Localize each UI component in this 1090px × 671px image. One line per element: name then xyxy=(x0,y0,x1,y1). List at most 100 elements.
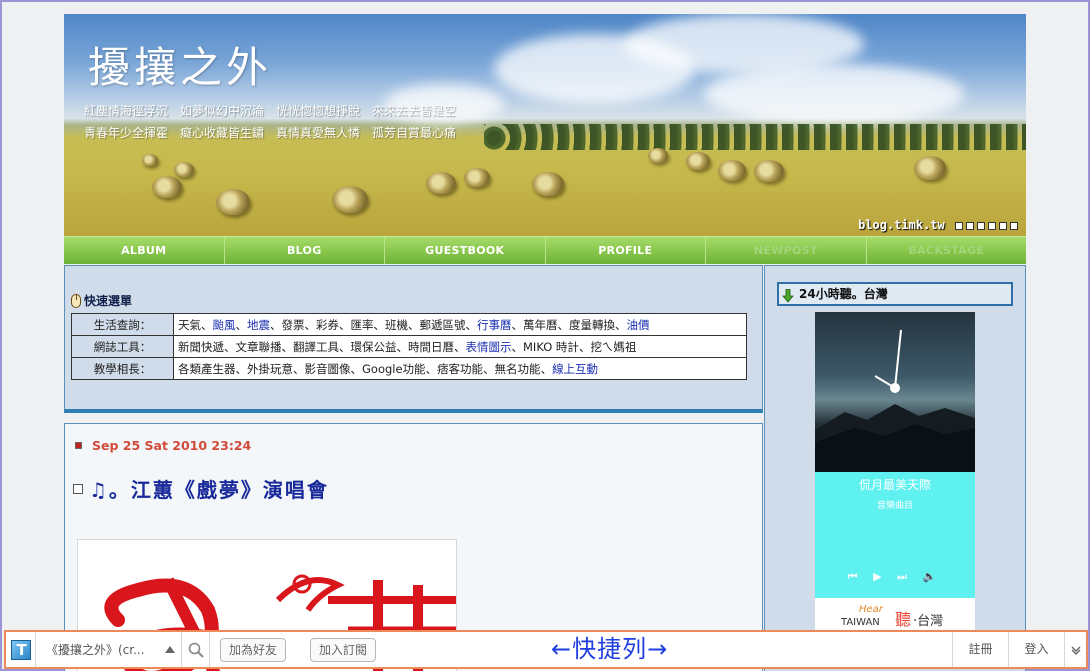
quick-menu-table: 生活查詢： 天氣、颱風、地震、發票、彩券、匯率、班機、郵遞區號、行事曆、萬年曆、度… xyxy=(71,313,747,380)
square-icon xyxy=(988,221,996,230)
quick-menu-row: 網誌工具： 新聞快遞、文章聯播、翻譯工具、環保公益、時間日曆、表情圖示、MIKO … xyxy=(71,335,747,358)
blog-title: 擾攘之外 xyxy=(88,43,273,92)
post-date: Sep 25 Sat 2010 23:24 xyxy=(92,438,252,453)
quick-menu-link[interactable]: MIKO 時計 xyxy=(523,340,579,354)
quick-menu-link[interactable]: 地震 xyxy=(247,318,270,332)
quick-menu-row: 生活查詢： 天氣、颱風、地震、發票、彩券、匯率、班機、郵遞區號、行事曆、萬年曆、度… xyxy=(71,313,747,336)
radio-widget-title: 24小時聽。台灣 xyxy=(799,287,888,301)
quick-menu-link[interactable]: 無名功能 xyxy=(495,362,541,376)
square-icon xyxy=(966,221,974,230)
link-separator: 、 xyxy=(408,317,420,332)
quick-menu-link[interactable]: 度量轉換 xyxy=(569,318,615,332)
search-button[interactable] xyxy=(182,632,210,667)
nav-guestbook[interactable]: GUESTBOOK xyxy=(385,237,546,264)
post-title[interactable]: ♫。江蕙《戲夢》演唱會 xyxy=(89,474,329,503)
hay-bale xyxy=(216,189,250,215)
hay-bale xyxy=(174,162,194,177)
hay-bale xyxy=(914,156,946,180)
link-separator: 、 xyxy=(511,317,524,332)
link-separator: 、 xyxy=(540,361,553,376)
double-chevron-down-icon xyxy=(1071,646,1080,655)
player-controls[interactable]: ⏮ ▶ ⏭ 🔈 xyxy=(815,570,975,584)
quick-menu-link[interactable]: 行事曆 xyxy=(477,318,512,332)
quick-menu-link[interactable]: 翻譯工具 xyxy=(293,340,339,354)
quick-menu-link[interactable]: 班機 xyxy=(385,318,408,332)
toolbar-logo-button[interactable] xyxy=(6,632,36,667)
nav-newpost[interactable]: NEWPOST xyxy=(706,237,867,264)
hay-bale xyxy=(332,186,368,213)
blog-page: 擾攘之外 紅塵情海徑浮沉 如夢似幻中沉淪 恍恍惚惚想掙脫 來來去去皆是空 青春年… xyxy=(64,14,1026,671)
search-icon xyxy=(188,642,204,658)
nav-backstage[interactable]: BACKSTAGE xyxy=(867,237,1027,264)
quick-menu-link[interactable]: 痞客功能 xyxy=(437,362,483,376)
nav-album[interactable]: ALBUM xyxy=(64,237,225,264)
quick-menu-link[interactable]: 萬年曆 xyxy=(523,318,558,332)
quick-menu-link[interactable]: 天氣 xyxy=(178,318,201,332)
quick-menu-link[interactable]: 文章聯播 xyxy=(236,340,282,354)
hay-bale xyxy=(426,172,456,194)
document-icon xyxy=(73,483,83,494)
quick-menu-link[interactable]: 環保公益 xyxy=(351,340,397,354)
site-logo-icon xyxy=(10,639,31,660)
quick-menu-link[interactable]: 彩券 xyxy=(316,318,339,332)
link-separator: 、 xyxy=(425,361,438,376)
link-separator: 、 xyxy=(396,339,409,354)
hay-bale xyxy=(686,152,710,170)
quick-menu-title: 快速選單 xyxy=(84,294,133,308)
hay-bale xyxy=(464,168,490,187)
music-player: 侃月最美天際 音樂曲目 ⏮ ▶ ⏭ 🔈 Hear TAIWAN 聽 ·台灣 xyxy=(815,312,975,642)
quick-menu-links: 各類產生器、外掛玩意、影音圖像、Google功能、痞客功能、無名功能、線上互動 xyxy=(173,357,747,380)
post-title-row[interactable]: ♫。江蕙《戲夢》演唱會 xyxy=(73,474,329,503)
post-date-row: Sep 25 Sat 2010 23:24 xyxy=(75,438,251,453)
hay-bale xyxy=(532,172,564,196)
square-icon xyxy=(1010,221,1018,230)
link-separator: 、 xyxy=(578,339,591,354)
toolbar-center-label: ←快捷列→ xyxy=(551,635,669,663)
link-separator: 、 xyxy=(557,317,570,332)
quick-menu-link[interactable]: 各類產生器 xyxy=(178,362,236,376)
nav-profile[interactable]: PROFILE xyxy=(546,237,706,264)
link-separator: 、 xyxy=(465,317,478,332)
quick-menu-link[interactable]: 發票 xyxy=(282,318,305,332)
quick-menu-link[interactable]: 線上互動 xyxy=(552,362,598,376)
nav-blog[interactable]: BLOG xyxy=(225,237,385,264)
quick-menu-link[interactable]: 匯率 xyxy=(351,318,374,332)
square-icon xyxy=(999,221,1007,230)
link-separator: 、 xyxy=(281,339,294,354)
cloud-decoration xyxy=(704,64,964,124)
login-link[interactable]: 登入 xyxy=(1008,632,1064,667)
quick-menu-links: 新聞快遞、文章聯播、翻譯工具、環保公益、時間日曆、表情圖示、MIKO 時計、挖ㄟ… xyxy=(173,335,747,358)
hay-bale xyxy=(142,154,158,166)
quick-menu-link[interactable]: 郵遞區號 xyxy=(420,318,466,332)
collapse-toolbar-button[interactable] xyxy=(1064,632,1086,667)
link-separator: 、 xyxy=(235,361,248,376)
quick-menu-link[interactable]: 表情圖示 xyxy=(466,340,512,354)
subscribe-button[interactable]: 加入訂閱 xyxy=(310,637,377,662)
site-url-text: blog.timk.tw xyxy=(858,218,945,232)
square-icon xyxy=(977,221,985,230)
quick-toolbar: 《擾攘之外》(cr... 加為好友 加入訂閱 ←快捷列→ 註冊 登入 xyxy=(4,630,1088,669)
quick-menu-link[interactable]: Google功能 xyxy=(362,362,426,376)
quick-menu-link[interactable]: 新聞快遞 xyxy=(178,340,224,354)
square-icon xyxy=(955,221,963,230)
song-title: 侃月最美天際 xyxy=(858,478,931,492)
logo-tw-text: ·台灣 xyxy=(913,614,944,629)
logo-ting-text: 聽 xyxy=(895,610,912,629)
logo-taiwan-text: TAIWAN xyxy=(841,617,880,628)
quick-menu-link[interactable]: 影音圖像 xyxy=(305,362,351,376)
down-arrow-icon xyxy=(782,289,794,303)
quick-menu-link[interactable]: 時間日曆 xyxy=(408,340,454,354)
quick-menu-link[interactable]: 油價 xyxy=(627,318,650,332)
quick-menu-link[interactable]: 挖ㄟ媽祖 xyxy=(590,340,636,354)
quick-menu-category: 教學相長： xyxy=(71,357,174,380)
logo-hear-text: Hear xyxy=(859,604,883,615)
blog-select-value: 《擾攘之外》(cr... xyxy=(46,643,145,657)
blog-select[interactable]: 《擾攘之外》(cr... xyxy=(36,632,182,667)
main-column: 快速選單 生活查詢： 天氣、颱風、地震、發票、彩券、匯率、班機、郵遞區號、行事曆、… xyxy=(64,265,764,671)
quick-menu-link[interactable]: 外掛玩意 xyxy=(247,362,293,376)
main-nav: ALBUM BLOG GUESTBOOK PROFILE NEWPOST BAC… xyxy=(64,236,1026,264)
quick-menu-link[interactable]: 颱風 xyxy=(213,318,236,332)
add-friend-button[interactable]: 加為好友 xyxy=(220,637,287,662)
register-link[interactable]: 註冊 xyxy=(952,632,1008,667)
site-url[interactable]: blog.timk.tw xyxy=(858,218,1018,232)
